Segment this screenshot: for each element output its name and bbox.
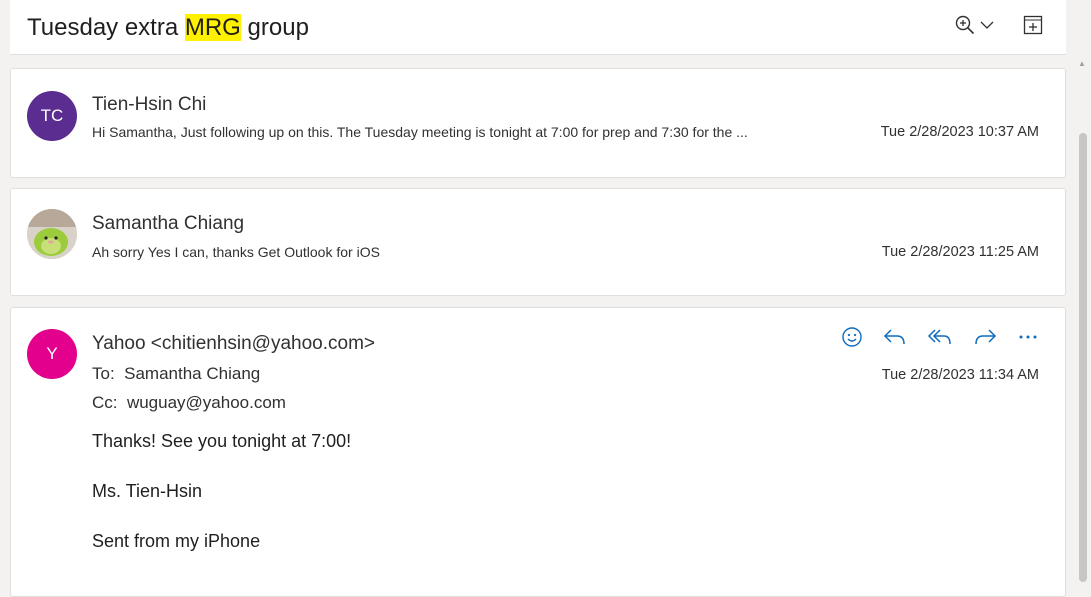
message-card-expanded: Y Yahoo <chitienhsin@yahoo.com> To: Sama…: [10, 307, 1066, 597]
forward-icon: [975, 329, 997, 345]
zoom-button[interactable]: [954, 14, 994, 41]
forward-button[interactable]: [972, 326, 998, 348]
zoom-in-icon: [954, 14, 976, 41]
subject-post: group: [240, 14, 309, 41]
sender-name: Tien-Hsin Chi: [92, 94, 207, 115]
sender-name: Samantha Chiang: [92, 213, 245, 234]
avatar: [27, 209, 77, 259]
reply-all-button[interactable]: [927, 326, 953, 348]
plush-avatar-photo-icon: [27, 209, 77, 259]
vertical-scrollbar[interactable]: ▲: [1075, 55, 1091, 582]
react-button[interactable]: [841, 326, 863, 348]
message-preview: Ah sorry Yes I can, thanks Get Outlook f…: [92, 244, 380, 260]
subject-highlight: MRG: [184, 14, 241, 41]
avatar-initials: TC: [40, 106, 64, 125]
message-body-line: Thanks! See you tonight at 7:00!: [92, 431, 352, 451]
message-body-line: Ms. Tien-Hsin: [92, 481, 203, 501]
open-in-new-window-button[interactable]: [1022, 14, 1044, 41]
to-recipient[interactable]: Samantha Chiang: [124, 364, 260, 383]
reply-all-icon: [927, 329, 951, 345]
message-card-collapsed[interactable]: Samantha Chiang Ah sorry Yes I can, than…: [10, 188, 1066, 296]
to-line: To: Samantha Chiang: [92, 364, 260, 384]
emoji-icon: [842, 327, 862, 347]
cc-recipient[interactable]: wuguay@yahoo.com: [127, 393, 286, 412]
chevron-down-icon: [980, 18, 994, 37]
scroll-up-icon[interactable]: ▲: [1078, 59, 1086, 68]
message-card-collapsed[interactable]: TC Tien-Hsin Chi Hi Samantha, Just follo…: [10, 68, 1066, 178]
thread-header: Tuesday extra MRG group: [10, 0, 1066, 55]
reply-icon: [883, 329, 905, 345]
message-date: Tue 2/28/2023 11:25 AM: [881, 244, 1039, 260]
message-preview: Hi Samantha, Just following up on this. …: [92, 124, 748, 140]
sender-address[interactable]: Yahoo <chitienhsin@yahoo.com>: [92, 333, 375, 355]
message-body-line: Sent from my iPhone: [92, 531, 261, 551]
thread-subject: Tuesday extra MRG group: [27, 14, 309, 42]
avatar: TC: [27, 91, 77, 141]
to-label: To:: [92, 364, 115, 383]
message-date: Tue 2/28/2023 10:37 AM: [880, 124, 1039, 140]
avatar: Y: [27, 329, 77, 379]
open-window-icon: [1022, 14, 1044, 41]
subject-pre: Tuesday extra: [27, 14, 185, 41]
message-date: Tue 2/28/2023 11:34 AM: [881, 367, 1039, 383]
scrollbar-thumb[interactable]: [1079, 133, 1087, 582]
more-actions-button[interactable]: [1017, 326, 1039, 348]
avatar-initials: Y: [46, 344, 58, 363]
more-icon: [1019, 335, 1037, 339]
cc-line: Cc: wuguay@yahoo.com: [92, 393, 286, 413]
reply-button[interactable]: [882, 326, 908, 348]
cc-label: Cc:: [92, 393, 118, 412]
